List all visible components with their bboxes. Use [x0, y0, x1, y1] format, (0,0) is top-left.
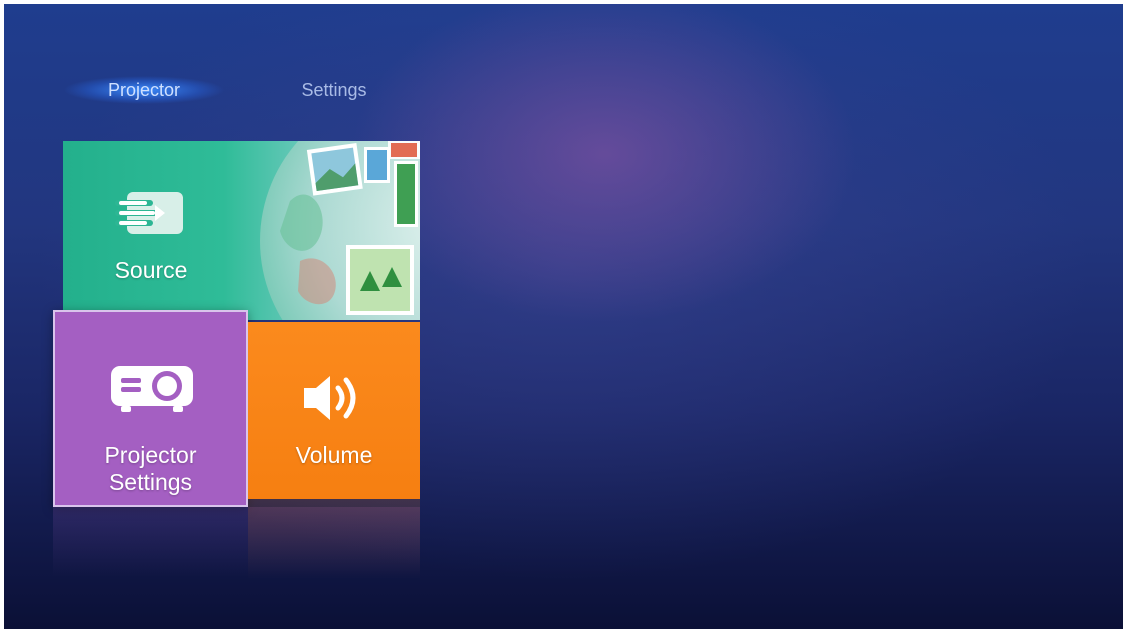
- source-input-icon: [115, 192, 183, 234]
- speaker-volume-icon: [304, 376, 356, 420]
- volume-reflection: [248, 499, 420, 579]
- tab-projector[interactable]: Projector: [64, 74, 224, 106]
- projector-settings-label-line2: Settings: [108, 469, 193, 495]
- volume-tile[interactable]: Volume: [248, 322, 420, 499]
- tab-settings[interactable]: Settings: [274, 74, 394, 106]
- projector-icon: [111, 366, 193, 412]
- source-tile[interactable]: Source: [63, 141, 420, 320]
- projector-settings-label-line1: Projector: [104, 442, 197, 468]
- source-label: Source: [114, 257, 188, 283]
- globe-photos-artwork: [260, 141, 420, 320]
- tile-reflection: [53, 507, 420, 577]
- projector-settings-label: Projector Settings: [55, 442, 246, 496]
- projector-home-screen: Projector Settings Source Projector Sett…: [4, 4, 1123, 629]
- projector-settings-tile[interactable]: Projector Settings: [53, 310, 248, 507]
- volume-label: Volume: [295, 442, 373, 468]
